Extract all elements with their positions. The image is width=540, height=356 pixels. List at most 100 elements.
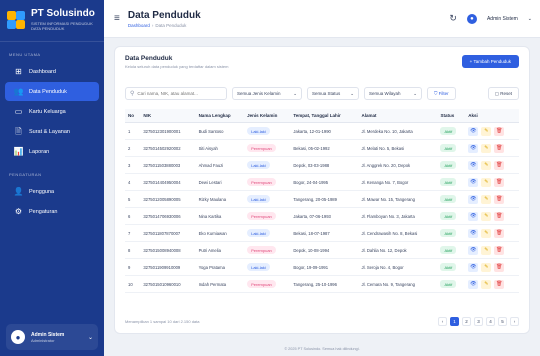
- table-row[interactable]: 3 3275011503880003 Ahmad Fauzi Laki-laki Dep…: [125, 156, 519, 174]
- delete-button[interactable]: 🗑: [494, 160, 505, 170]
- user-role: Administrator: [31, 337, 55, 343]
- search-input[interactable]: [137, 91, 222, 96]
- sidebar-item-data-penduduk[interactable]: 👥 Data Penduduk: [5, 82, 99, 102]
- search-icon: ⚲: [130, 91, 135, 97]
- prev-page-button[interactable]: ‹: [438, 317, 447, 326]
- table-row[interactable]: 5 3275012005890005 Rizky Maulana Laki-laki T…: [125, 190, 519, 208]
- table-row[interactable]: 2 3275014502920002 Siti Aisyah Perempuan Bek…: [125, 139, 519, 157]
- edit-button[interactable]: ✎: [481, 245, 492, 255]
- delete-button[interactable]: 🗑: [494, 279, 505, 289]
- view-button[interactable]: 👁: [468, 126, 479, 136]
- chevron-down-icon[interactable]: ⌄: [528, 16, 532, 22]
- filter-button[interactable]: ⛉ Filter: [427, 87, 456, 100]
- delete-button[interactable]: 🗑: [494, 262, 505, 272]
- page-button[interactable]: 3: [474, 317, 483, 326]
- edit-button[interactable]: ✎: [481, 177, 492, 187]
- edit-button[interactable]: ✎: [481, 262, 492, 272]
- page-button[interactable]: 5: [498, 317, 507, 326]
- view-button[interactable]: 👁: [468, 194, 479, 204]
- cell-address: Jl. Melati No. 5, Bekasi: [358, 139, 438, 157]
- card-title: Data Penduduk: [125, 55, 173, 62]
- add-resident-button[interactable]: + Tambah Penduduk: [461, 55, 519, 68]
- reset-button[interactable]: ▢ Reset: [487, 87, 519, 100]
- table-row[interactable]: 1 3275012301900001 Budi Santoso Laki-laki Ja…: [125, 122, 519, 140]
- delete-button[interactable]: 🗑: [494, 194, 505, 204]
- gender-badge: Laki-laki: [247, 127, 270, 135]
- refresh-icon[interactable]: ↻: [449, 13, 457, 24]
- delete-button[interactable]: 🗑: [494, 143, 505, 153]
- edit-button[interactable]: ✎: [481, 126, 492, 136]
- edit-button[interactable]: ✎: [481, 194, 492, 204]
- cell-nik: 3275011909910009: [140, 258, 196, 276]
- cell-nik: 3275012301900001: [140, 122, 196, 140]
- row-number: 3: [125, 156, 141, 174]
- cell-status: Aktif: [437, 122, 466, 140]
- table-row[interactable]: 4 3275014404950004 Dewi Lestari Perempuan Bo…: [125, 173, 519, 191]
- table-row[interactable]: 10 3275015010960010 Indah Permata Perempuan…: [125, 275, 519, 293]
- gender-select[interactable]: Semua Jenis Kelamin ⌄: [232, 87, 302, 100]
- delete-button[interactable]: 🗑: [494, 177, 505, 187]
- view-button[interactable]: 👁: [468, 262, 479, 272]
- breadcrumb-home[interactable]: Dashboard: [128, 23, 150, 28]
- sidebar-item-surat-layanan[interactable]: 🗎 Surat & Layanan: [5, 122, 99, 141]
- brand[interactable]: PT Solusindo SISTEM INFORMASI PENDUDUK D…: [0, 8, 104, 43]
- table-row[interactable]: 8 3275015008940008 Putri Amelia Perempuan De…: [125, 241, 519, 259]
- column-header: Tempat, Tanggal Lahir: [290, 109, 359, 123]
- reset-button-label: Reset: [500, 90, 512, 96]
- status-badge: Aktif: [440, 178, 457, 186]
- status-select[interactable]: Semua Status ⌄: [307, 87, 359, 100]
- menu-icon[interactable]: ≡: [114, 13, 120, 24]
- delete-button[interactable]: 🗑: [494, 211, 505, 221]
- sidebar-item-laporan[interactable]: 📊 Laporan: [5, 142, 99, 161]
- view-button[interactable]: 👁: [468, 177, 479, 187]
- view-button[interactable]: 👁: [468, 211, 479, 221]
- sidebar-item-dashboard[interactable]: ⊞ Dashboard: [5, 62, 99, 81]
- cell-actions: 👁 ✎ 🗑: [465, 190, 519, 208]
- cell-gender: Perempuan: [244, 241, 291, 259]
- edit-button[interactable]: ✎: [481, 279, 492, 289]
- breadcrumb-current: Data Penduduk: [155, 22, 187, 28]
- view-button[interactable]: 👁: [468, 228, 479, 238]
- chevron-down-icon: ⌄: [293, 90, 297, 96]
- edit-button[interactable]: ✎: [481, 143, 492, 153]
- page-button[interactable]: 1: [450, 317, 459, 326]
- table-row[interactable]: 6 3275014706930006 Nina Kartika Perempuan Ja…: [125, 207, 519, 225]
- delete-button[interactable]: 🗑: [494, 228, 505, 238]
- gender-badge: Laki-laki: [247, 229, 270, 237]
- status-badge: Aktif: [440, 144, 457, 152]
- cell-status: Aktif: [437, 190, 466, 208]
- view-button[interactable]: 👁: [468, 143, 479, 153]
- card-icon: ▭: [14, 106, 23, 116]
- cell-gender: Laki-laki: [244, 122, 291, 140]
- area-select[interactable]: Semua Wilayah ⌄: [364, 87, 422, 100]
- next-page-button[interactable]: ›: [510, 317, 519, 326]
- page-button[interactable]: 4: [486, 317, 495, 326]
- cell-nik: 3275011807870007: [140, 224, 196, 242]
- cell-address: Jl. Flamboyan No. 3, Jakarta: [358, 207, 438, 225]
- edit-button[interactable]: ✎: [481, 228, 492, 238]
- view-button[interactable]: 👁: [468, 245, 479, 255]
- page-button[interactable]: 2: [462, 317, 471, 326]
- cell-birth: Bogor, 19-09-1991: [290, 258, 359, 276]
- sidebar-item-kartu-keluarga[interactable]: ▭ Kartu Keluarga: [5, 102, 99, 121]
- sidebar-item-pengguna[interactable]: 👤 Pengguna: [5, 182, 99, 201]
- sidebar-item-pengaturan[interactable]: ⚙ Pengaturan: [5, 202, 99, 221]
- top-avatar[interactable]: ●: [466, 13, 477, 24]
- top-user-name[interactable]: Admin Sistem: [487, 16, 518, 22]
- row-number: 4: [125, 173, 141, 191]
- table-row[interactable]: 9 3275011909910009 Yoga Pratama Laki-laki Bo…: [125, 258, 519, 276]
- user-card[interactable]: ● Admin Sistem Administrator ⌄: [6, 324, 98, 350]
- delete-button[interactable]: 🗑: [494, 245, 505, 255]
- search-box[interactable]: ⚲: [125, 87, 227, 100]
- view-button[interactable]: 👁: [468, 279, 479, 289]
- edit-button[interactable]: ✎: [481, 160, 492, 170]
- sidebar-item-label: Kartu Keluarga: [29, 108, 66, 115]
- table-row[interactable]: 7 3275011807870007 Eko Kurniawan Laki-laki B…: [125, 224, 519, 242]
- cell-birth: Tangerang, 20-05-1989: [290, 190, 359, 208]
- chevron-down-icon[interactable]: ⌄: [88, 334, 93, 341]
- delete-button[interactable]: 🗑: [494, 126, 505, 136]
- cell-birth: Jakarta, 07-06-1993: [290, 207, 359, 225]
- edit-button[interactable]: ✎: [481, 211, 492, 221]
- view-button[interactable]: 👁: [468, 160, 479, 170]
- status-select-value: Semua Status: [312, 91, 341, 96]
